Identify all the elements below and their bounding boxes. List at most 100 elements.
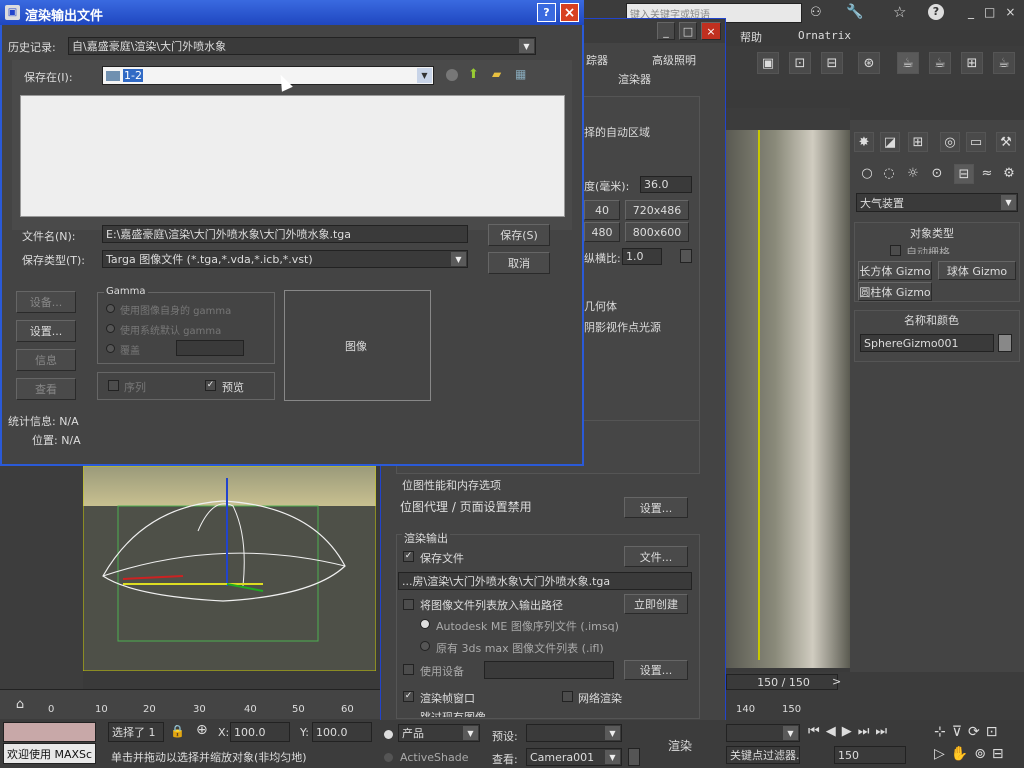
wrench-icon[interactable]: 🔧 — [846, 4, 863, 20]
spacewarps-icon[interactable]: ≈ — [978, 164, 996, 182]
y-coordinate-field[interactable]: 100.0 — [312, 722, 372, 742]
viewport-nav-controls[interactable]: ⊹⊽⟳⊡ — [934, 724, 1003, 740]
preset-size-720x486[interactable]: 720x486 — [625, 200, 689, 220]
gamma-override-radio[interactable] — [106, 344, 115, 353]
up-folder-icon[interactable]: ⬆ — [468, 67, 479, 82]
dialog-help-button[interactable]: ? — [537, 3, 556, 22]
absolute-mode-icon[interactable]: ⊕ — [196, 722, 208, 738]
shapes-icon[interactable]: ◌ — [880, 164, 898, 182]
pixel-aspect-lock[interactable] — [680, 249, 692, 263]
star-icon[interactable]: ☆ — [893, 3, 906, 21]
playback-controls[interactable]: ⏮◀▶⏭⏭ — [808, 724, 893, 739]
viewport[interactable] — [83, 466, 376, 671]
activeshade-radio[interactable] — [384, 753, 393, 762]
legacy-seq-radio[interactable] — [420, 641, 430, 651]
key-mode-dropdown[interactable]: ▼ — [726, 724, 800, 742]
modify-tab-icon[interactable]: ◪ — [880, 132, 900, 152]
put-image-checkbox[interactable] — [403, 599, 414, 610]
right-viewport[interactable] — [726, 108, 850, 668]
tab-renderer[interactable]: 渲染器 — [618, 71, 651, 87]
render-setup-close[interactable]: × — [701, 22, 721, 40]
dialog-close-button[interactable]: × — [560, 3, 579, 22]
save-button[interactable]: 保存(S) — [488, 224, 550, 246]
setup-button[interactable]: 设置... — [16, 320, 76, 342]
preset-dropdown[interactable]: ▼ — [526, 724, 622, 742]
render-setup-minimize[interactable]: _ — [657, 22, 675, 40]
time-slider[interactable]: 150 / 150 — [726, 674, 838, 690]
teapot-icon[interactable]: ☕ — [897, 52, 919, 74]
help-icon[interactable]: ? — [928, 4, 944, 20]
save-file-checkbox[interactable]: ✓ — [403, 551, 414, 562]
create-now-button[interactable]: 立即创建 — [624, 594, 688, 614]
aperture-width-field[interactable]: 36.0 — [640, 176, 692, 193]
timeline-ruler[interactable] — [0, 689, 380, 719]
autodesk-seq-radio[interactable] — [420, 619, 430, 629]
device-setup-button[interactable]: 设置... — [624, 660, 688, 680]
create-tab-icon[interactable]: ✸ — [854, 132, 874, 152]
utilities-tab-icon[interactable]: ⚒ — [996, 132, 1016, 152]
maxscript-listener[interactable] — [3, 722, 96, 742]
name-color-header[interactable]: 名称和颜色 — [904, 312, 959, 328]
object-name-field[interactable]: SphereGizmo001 — [860, 334, 994, 352]
devices-button[interactable]: 设备... — [16, 291, 76, 313]
systems-icon[interactable]: ⚙ — [1000, 164, 1018, 182]
cylinder-gizmo-button[interactable]: 圆柱体 Gizmo — [858, 282, 932, 301]
tab-advanced-lighting[interactable]: 高级照明 — [652, 52, 696, 68]
motion-tab-icon[interactable]: ◎ — [940, 132, 960, 152]
preview-checkbox[interactable]: ✓ — [205, 380, 216, 391]
frame-window-checkbox[interactable]: ✓ — [403, 691, 414, 702]
menu-help[interactable]: 帮助 — [740, 29, 762, 45]
view-button[interactable]: 查看 — [16, 378, 76, 400]
object-color-swatch[interactable] — [998, 334, 1012, 352]
preset-size-480[interactable]: 480 — [584, 222, 620, 242]
max-logo-icon[interactable]: ⌂ — [8, 694, 32, 714]
teapot-render-icon[interactable]: ⊛ — [858, 52, 880, 74]
object-type-header[interactable]: 对象类型 — [910, 225, 954, 241]
menu-ornatrix[interactable]: Ornatrix — [798, 29, 851, 42]
current-frame-field[interactable]: 150 — [834, 746, 906, 764]
use-device-checkbox[interactable] — [403, 664, 414, 675]
view-dropdown[interactable]: Camera001 ▼ — [526, 748, 622, 766]
render-setup-icon[interactable]: ▣ — [757, 52, 779, 74]
file-list-pane[interactable] — [20, 95, 565, 217]
cancel-button[interactable]: 取消 — [488, 252, 550, 274]
save-in-dropdown[interactable]: 1-2 ▼ — [102, 66, 434, 85]
display-tab-icon[interactable]: ▭ — [966, 132, 986, 152]
info-button[interactable]: 信息 — [16, 349, 76, 371]
sequence-checkbox[interactable] — [108, 380, 119, 391]
gamma-override-field[interactable] — [176, 340, 244, 356]
geometry-icon[interactable]: ○ — [858, 164, 876, 182]
teapot-production-icon[interactable]: ☕ — [929, 52, 951, 74]
sphere-gizmo-button[interactable]: 球体 Gizmo — [938, 261, 1016, 280]
back-icon[interactable] — [446, 69, 458, 81]
box-gizmo-button[interactable]: 长方体 Gizmo — [858, 261, 932, 280]
pixel-aspect-field[interactable]: 1.0 — [622, 248, 662, 265]
rendered-frame-icon[interactable]: ⊟ — [821, 52, 843, 74]
production-dropdown[interactable]: 产品 ▼ — [398, 724, 480, 742]
new-folder-icon[interactable]: ▰ — [492, 67, 501, 81]
helpers-icon[interactable]: ⊟ — [954, 164, 974, 184]
gamma-system-radio[interactable] — [106, 324, 115, 333]
key-filters-button[interactable]: 关键点过滤器... — [726, 746, 800, 764]
viewport-nav-controls-2[interactable]: ▷✋⊚⊟ — [934, 746, 1010, 762]
savetype-dropdown[interactable]: Targa 图像文件 (*.tga,*.vda,*.icb,*.vst) ▼ — [102, 250, 468, 268]
binoculars-icon[interactable]: ⚇ — [810, 5, 822, 20]
files-button[interactable]: 文件... — [624, 546, 688, 567]
preset-size-640[interactable]: 40 — [584, 200, 620, 220]
tab-raytracer[interactable]: 踪器 — [586, 52, 608, 68]
helper-category-dropdown[interactable]: 大气装置 ▼ — [856, 193, 1018, 212]
render-frame-icon[interactable]: ⊡ — [789, 52, 811, 74]
production-radio[interactable] — [384, 730, 393, 739]
net-render-checkbox[interactable] — [562, 691, 573, 702]
view-lock-icon[interactable] — [628, 748, 640, 766]
cameras-icon[interactable]: ⊙ — [928, 164, 946, 182]
history-dropdown[interactable]: 自\嘉盛豪庭\渲染\大门外喷水象 ▼ — [68, 37, 536, 55]
render-button[interactable]: 渲染 — [668, 737, 692, 754]
filename-field[interactable]: E:\嘉盛豪庭\渲染\大门外喷水象\大门外喷水象.tga — [102, 225, 468, 243]
time-slider-next[interactable]: > — [832, 675, 841, 688]
teapot-iterative-icon[interactable]: ⊞ — [961, 52, 983, 74]
hierarchy-tab-icon[interactable]: ⊞ — [908, 132, 928, 152]
preset-size-800x600[interactable]: 800x600 — [625, 222, 689, 242]
view-menu-icon[interactable]: ▦ — [515, 67, 526, 81]
gamma-own-radio[interactable] — [106, 304, 115, 313]
